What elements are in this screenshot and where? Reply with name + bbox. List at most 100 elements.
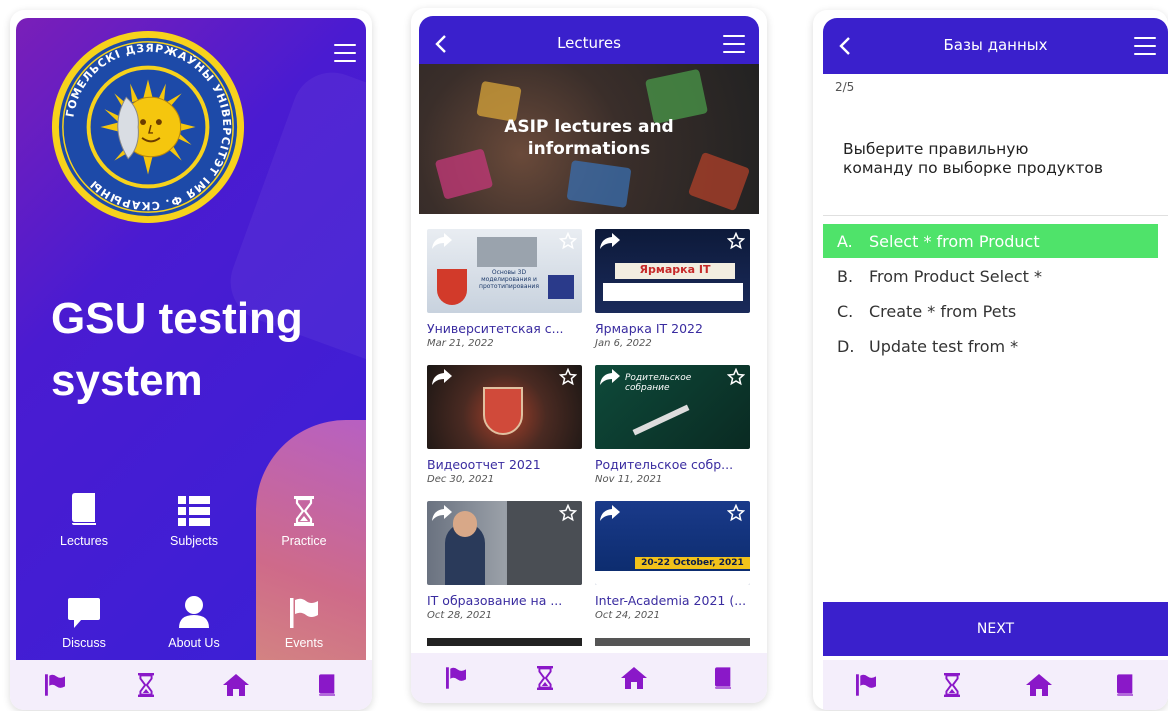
chat-icon — [34, 582, 134, 628]
share-icon[interactable] — [432, 369, 452, 385]
flag-icon — [45, 674, 66, 696]
home-icon — [620, 667, 647, 689]
answer-option-c[interactable]: C. Create * from Pets — [823, 294, 1158, 328]
nav-home[interactable] — [216, 665, 256, 705]
lectures-button[interactable]: Lectures — [34, 480, 134, 548]
page-title: Базы данных — [943, 36, 1048, 54]
answer-option-d[interactable]: D. Update test from * — [823, 329, 1158, 363]
divider — [823, 215, 1168, 216]
events-button[interactable]: Events — [254, 582, 354, 650]
home-icon — [223, 674, 250, 696]
lecture-card[interactable]: 20-22 October, 2021 Inter-Academia 2021 … — [595, 501, 750, 621]
banner-title: ASIP lectures and informations — [504, 117, 674, 159]
nav-events[interactable] — [436, 658, 476, 698]
menu-icon[interactable] — [723, 35, 745, 53]
discuss-button[interactable]: Discuss — [34, 582, 134, 650]
nav-events[interactable] — [35, 665, 75, 705]
lecture-thumbnail — [427, 501, 582, 585]
nav-home[interactable] — [1019, 665, 1059, 705]
discuss-label: Discuss — [62, 636, 106, 650]
nav-home[interactable] — [614, 658, 654, 698]
nav-lectures[interactable] — [1105, 665, 1145, 705]
bottom-nav — [411, 653, 767, 703]
lecture-date: Oct 28, 2021 — [427, 610, 492, 621]
hourglass-icon — [536, 666, 553, 690]
nav-practice[interactable] — [932, 665, 972, 705]
flag-icon — [856, 674, 877, 696]
answer-option-b[interactable]: B. From Product Select * — [823, 259, 1158, 293]
lecture-date: Jan 6, 2022 — [595, 338, 652, 349]
practice-label: Practice — [281, 534, 327, 548]
menu-icon[interactable] — [334, 44, 356, 62]
book-icon — [34, 480, 134, 526]
share-icon[interactable] — [432, 233, 452, 249]
hourglass-icon — [254, 480, 354, 526]
hourglass-icon — [137, 673, 154, 697]
lecture-title: Университетская с... — [427, 321, 564, 336]
nav-events[interactable] — [846, 665, 886, 705]
page-title: Lectures — [557, 34, 621, 52]
book-icon — [714, 667, 731, 689]
home-icon — [1025, 674, 1052, 696]
lectures-banner: ASIP lectures and informations — [419, 64, 759, 214]
lecture-date: Nov 11, 2021 — [595, 474, 663, 485]
lecture-thumbnail — [427, 365, 582, 449]
lecture-title: Inter-Academia 2021 (... — [595, 593, 747, 608]
share-icon[interactable] — [600, 369, 620, 385]
lecture-date: Oct 24, 2021 — [595, 610, 660, 621]
bottom-nav — [10, 660, 372, 710]
partial-thumbnail — [427, 638, 582, 646]
lecture-card[interactable]: Родительское собрание Родительское собр.… — [595, 365, 750, 485]
book-icon — [318, 674, 335, 696]
star-icon[interactable] — [559, 504, 577, 522]
nav-practice[interactable] — [126, 665, 166, 705]
book-icon — [1116, 674, 1133, 696]
nav-lectures[interactable] — [703, 658, 743, 698]
question-text: Выберите правильную команду по выборке п… — [843, 140, 1103, 177]
events-label: Events — [284, 636, 324, 650]
star-icon[interactable] — [559, 232, 577, 250]
lecture-date: Dec 30, 2021 — [427, 474, 495, 485]
lecture-title: Видеоотчет 2021 — [427, 457, 541, 472]
lecture-card[interactable]: Основы 3D моделирования и прототипирован… — [427, 229, 582, 349]
app-title: GSU testing system — [51, 294, 303, 405]
star-icon[interactable] — [727, 504, 745, 522]
quiz-screen: Базы данных 2/5 Выберите правильную кома… — [813, 10, 1168, 710]
bottom-nav — [823, 660, 1168, 710]
user-icon — [144, 582, 244, 628]
lectures-label: Lectures — [60, 534, 108, 548]
about-us-button[interactable]: About Us — [144, 582, 244, 650]
star-icon[interactable] — [727, 232, 745, 250]
star-icon[interactable] — [559, 368, 577, 386]
practice-button[interactable]: Practice — [254, 480, 354, 548]
flag-icon — [254, 582, 354, 628]
lecture-card[interactable]: Ярмарка IT Ярмарка IT 2022 Jan 6, 2022 — [595, 229, 750, 349]
lecture-date: Mar 21, 2022 — [427, 338, 494, 349]
answer-option-a[interactable]: A. Select * from Product — [823, 224, 1158, 258]
partial-thumbnail — [595, 638, 750, 646]
share-icon[interactable] — [432, 505, 452, 521]
lectures-screen: Lectures ASIP lectures and informations … — [411, 8, 767, 703]
question-counter: 2/5 — [835, 80, 855, 94]
lecture-thumbnail: Ярмарка IT — [595, 229, 750, 313]
list-icon — [144, 480, 244, 526]
university-seal-logo: ГОМЕЛЬСКІ ДЗЯРЖАЎНЫ УНІВЕРСІТЭТ ІМЯ Ф. С… — [51, 30, 245, 224]
home-background: ГОМЕЛЬСКІ ДЗЯРЖАЎНЫ УНІВЕРСІТЭТ ІМЯ Ф. С… — [16, 18, 366, 660]
nav-lectures[interactable] — [307, 665, 347, 705]
lecture-card[interactable]: IT образование на ... Oct 28, 2021 — [427, 501, 582, 621]
star-icon[interactable] — [727, 368, 745, 386]
subjects-button[interactable]: Subjects — [144, 480, 244, 548]
share-icon[interactable] — [600, 505, 620, 521]
nav-practice[interactable] — [525, 658, 565, 698]
lecture-thumbnail: Основы 3D моделирования и прототипирован… — [427, 229, 582, 313]
home-screen: ГОМЕЛЬСКІ ДЗЯРЖАЎНЫ УНІВЕРСІТЭТ ІМЯ Ф. С… — [10, 10, 372, 710]
lecture-title: IT образование на ... — [427, 593, 563, 608]
header-bar: Базы данных — [823, 18, 1168, 74]
lecture-card[interactable]: Видеоотчет 2021 Dec 30, 2021 — [427, 365, 582, 485]
next-button[interactable]: NEXT — [823, 602, 1168, 656]
share-icon[interactable] — [600, 233, 620, 249]
lecture-thumbnail: Родительское собрание — [595, 365, 750, 449]
menu-icon[interactable] — [1134, 37, 1156, 55]
lecture-thumbnail: 20-22 October, 2021 — [595, 501, 750, 585]
hourglass-icon — [944, 673, 961, 697]
